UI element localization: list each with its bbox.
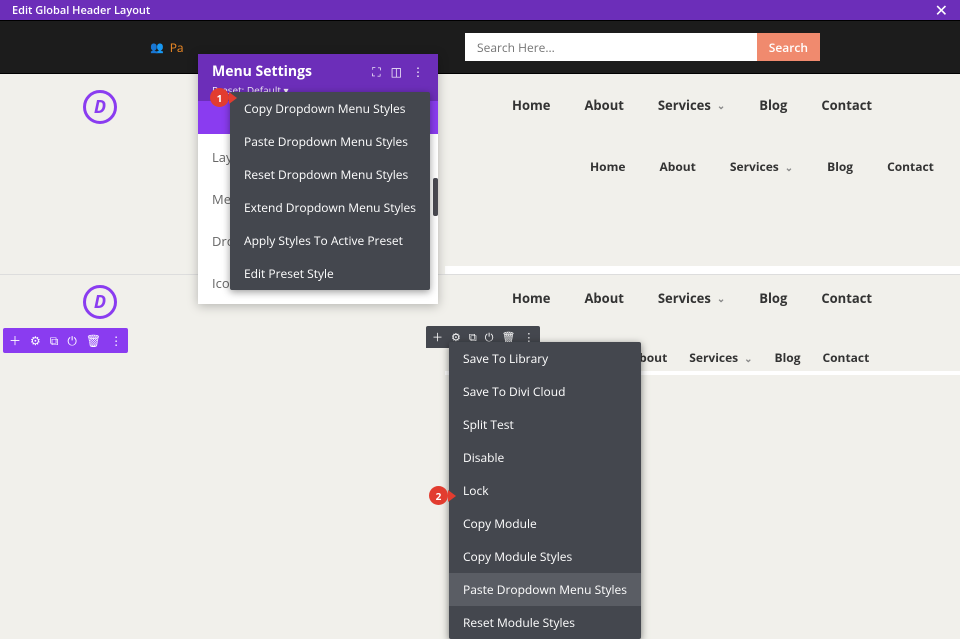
nav-item-about[interactable]: About — [659, 158, 695, 175]
ctx-lock[interactable]: Lock — [449, 474, 641, 507]
columns-icon[interactable]: ◫ — [391, 63, 402, 80]
search-box: Search — [465, 33, 820, 61]
ctx-disable[interactable]: Disable — [449, 441, 641, 474]
chevron-down-icon: ⌄ — [744, 351, 752, 365]
search-button[interactable]: Search — [757, 33, 820, 61]
secondary-left: 👥 Pa — [0, 39, 465, 56]
nav-secondary: Home About Services⌄ Blog Contact — [590, 158, 934, 175]
nav-item-contact[interactable]: Contact — [887, 158, 934, 175]
ctx-paste-dropdown-styles[interactable]: Paste Dropdown Menu Styles — [449, 573, 641, 606]
expand-icon[interactable]: ⛶ — [372, 63, 380, 80]
nav-item-blog[interactable]: Blog — [775, 349, 801, 366]
kebab-icon[interactable]: ⋮ — [110, 332, 122, 349]
logo-column: D — [0, 74, 200, 192]
power-icon[interactable]: ⏻ — [67, 332, 77, 349]
ctx-reset-dropdown-styles[interactable]: Reset Dropdown Menu Styles — [230, 158, 430, 191]
scrollbar-thumb[interactable] — [433, 178, 438, 216]
ctx-save-to-divi-cloud[interactable]: Save To Divi Cloud — [449, 375, 641, 408]
nav-primary: Home About Services⌄ Blog Contact — [512, 96, 872, 114]
title-bar: Edit Global Header Layout ✕ — [0, 0, 960, 20]
trash-icon[interactable]: 🗑 — [86, 332, 101, 349]
nav-item-services[interactable]: Services⌄ — [689, 349, 752, 366]
chevron-down-icon: ⌄ — [717, 291, 725, 305]
builder-toolbar: ＋ ⚙ ⧉ ⏻ 🗑 ⋮ — [3, 328, 128, 353]
nav-item-contact[interactable]: Contact — [821, 289, 872, 307]
nav-item-home[interactable]: Home — [512, 96, 550, 114]
divi-logo-icon: D — [83, 90, 117, 124]
add-icon[interactable]: ＋ — [9, 332, 21, 349]
annotation-badge-2: 2 — [429, 486, 448, 505]
nav-item-contact[interactable]: Contact — [822, 349, 869, 366]
nav-item-home[interactable]: Home — [590, 158, 625, 175]
truncated-text: Pa — [170, 39, 184, 56]
ctx-paste-dropdown-styles[interactable]: Paste Dropdown Menu Styles — [230, 125, 430, 158]
nav-item-services[interactable]: Services⌄ — [658, 96, 725, 114]
nav-item-home[interactable]: Home — [512, 289, 550, 307]
ctx-extend-dropdown-styles[interactable]: Extend Dropdown Menu Styles — [230, 191, 430, 224]
nav-item-blog[interactable]: Blog — [759, 96, 787, 114]
header-preview-top: D Home About Services⌄ Blog Contact Home… — [0, 74, 960, 192]
page-title: Edit Global Header Layout — [12, 3, 150, 18]
ctx-reset-module-styles[interactable]: Reset Module Styles — [449, 606, 641, 639]
nav-item-services[interactable]: Services⌄ — [730, 158, 793, 175]
divi-logo-icon: D — [83, 285, 117, 319]
ctx-copy-dropdown-styles[interactable]: Copy Dropdown Menu Styles — [230, 92, 430, 125]
add-icon[interactable]: ＋ — [432, 329, 443, 345]
secondary-bar: 👥 Pa Search — [0, 20, 960, 74]
ctx-copy-module-styles[interactable]: Copy Module Styles — [449, 540, 641, 573]
chevron-down-icon: ⌄ — [717, 98, 725, 112]
ctx-apply-to-preset[interactable]: Apply Styles To Active Preset — [230, 224, 430, 257]
kebab-icon[interactable]: ⋮ — [412, 63, 424, 80]
preset-context-menu: Copy Dropdown Menu Styles Paste Dropdown… — [230, 92, 430, 290]
nav-item-services[interactable]: Services⌄ — [658, 289, 725, 307]
gear-icon[interactable]: ⚙ — [30, 332, 41, 349]
logo-column: D — [0, 275, 200, 375]
duplicate-icon[interactable]: ⧉ — [50, 332, 59, 349]
module-context-menu: Save To Library Save To Divi Cloud Split… — [449, 342, 641, 639]
nav-item-about[interactable]: About — [584, 289, 623, 307]
ctx-split-test[interactable]: Split Test — [449, 408, 641, 441]
ctx-copy-module[interactable]: Copy Module — [449, 507, 641, 540]
nav-item-contact[interactable]: Contact — [821, 96, 872, 114]
nav-item-blog[interactable]: Blog — [827, 158, 853, 175]
nav-item-about[interactable]: About — [584, 96, 623, 114]
annotation-badge-1: 1 — [210, 88, 229, 107]
ctx-save-to-library[interactable]: Save To Library — [449, 342, 641, 375]
search-input[interactable] — [465, 33, 757, 61]
chevron-down-icon: ⌄ — [785, 160, 793, 174]
panel-title: Menu Settings — [212, 62, 312, 81]
close-icon[interactable]: ✕ — [935, 2, 948, 18]
nav-primary: Home About Services⌄ Blog Contact — [512, 289, 872, 307]
people-icon: 👥 — [150, 40, 164, 55]
ctx-edit-preset-style[interactable]: Edit Preset Style — [230, 257, 430, 290]
search-wrap: Search — [465, 33, 960, 61]
nav-item-blog[interactable]: Blog — [759, 289, 787, 307]
